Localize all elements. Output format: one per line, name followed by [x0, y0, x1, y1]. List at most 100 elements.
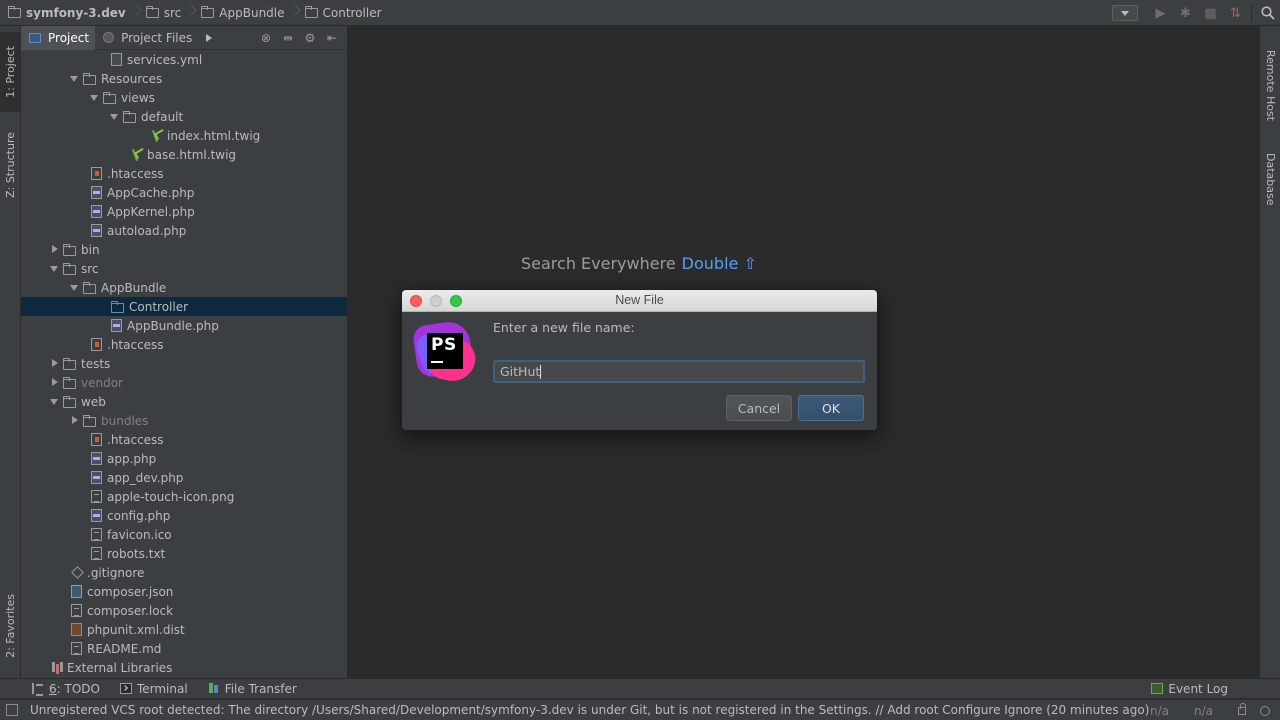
tree-row[interactable]: default [21, 107, 347, 126]
tree-row[interactable]: .gitignore [21, 563, 347, 582]
tree-row-label: index.html.twig [167, 128, 261, 143]
tree-row[interactable]: bin [21, 240, 347, 259]
text-file-icon [91, 547, 102, 560]
tree-row[interactable]: AppBundle.php [21, 316, 347, 335]
tree-row[interactable]: autoload.php [21, 221, 347, 240]
more-tabs-arrow-icon[interactable] [206, 33, 213, 42]
tree-row[interactable]: web [21, 392, 347, 411]
tree-row[interactable]: AppCache.php [21, 183, 347, 202]
folder-icon [111, 301, 124, 313]
tree-row[interactable]: AppKernel.php [21, 202, 347, 221]
project-tree: services.yml Resources views default index.h… [21, 50, 347, 677]
tree-row[interactable]: config.php [21, 506, 347, 525]
file-encoding[interactable]: n/a [1194, 704, 1213, 718]
breadcrumb-project[interactable]: symfony-3.dev [8, 5, 126, 20]
hide-panel-icon[interactable]: ⇤ [321, 31, 343, 45]
tree-row-label: web [81, 394, 106, 409]
tree-row-label: Resources [101, 71, 163, 86]
tree-row-label: AppKernel.php [107, 204, 195, 219]
project-icon [29, 32, 41, 43]
project-tool-window: Project Project Files ⊗ ⇹ ⚙ ⇤ services.y… [21, 26, 348, 678]
debug-icon[interactable]: ✱ [1173, 0, 1198, 26]
cancel-button[interactable]: Cancel [726, 395, 792, 421]
ok-button[interactable]: OK [798, 395, 864, 421]
globe-icon [103, 32, 115, 43]
collapse-arrow-icon[interactable] [47, 240, 63, 259]
tree-row[interactable]: tests [21, 354, 347, 373]
expand-arrow-icon[interactable] [47, 259, 63, 278]
expand-arrow-icon[interactable] [67, 69, 83, 88]
tool-window-favorites[interactable]: 2: Favorites [0, 582, 21, 670]
tool-window-project[interactable]: 1: Project [0, 32, 21, 112]
expand-arrow-icon[interactable] [67, 278, 83, 297]
tree-row[interactable]: favicon.ico [21, 525, 347, 544]
tree-row[interactable]: app_dev.php [21, 468, 347, 487]
tree-row[interactable]: composer.lock [21, 601, 347, 620]
breadcrumb-appbundle[interactable]: AppBundle [201, 5, 285, 20]
tool-window-todo[interactable]: 6: TODO [32, 682, 100, 696]
gear-icon[interactable]: ⚙ [299, 31, 321, 45]
tool-window-file-transfer[interactable]: File Transfer [208, 682, 297, 696]
locate-icon[interactable]: ⊗ [255, 31, 277, 45]
tool-window-event-log[interactable]: Event Log [1151, 682, 1228, 696]
tree-row[interactable]: app.php [21, 449, 347, 468]
expand-arrow-icon[interactable] [87, 88, 103, 107]
tool-window-remote-host[interactable]: Remote Host [1260, 40, 1280, 130]
yml-file-icon [111, 53, 122, 66]
php-file-icon [91, 205, 102, 218]
tree-row[interactable]: apple-touch-icon.png [21, 487, 347, 506]
tool-window-structure[interactable]: Z: Structure [0, 120, 21, 210]
search-icon[interactable] [1255, 0, 1280, 26]
run-configuration-dropdown[interactable] [1112, 5, 1138, 21]
expand-arrow-icon[interactable] [47, 392, 63, 411]
run-icon[interactable]: ▶ [1148, 0, 1173, 26]
tree-row[interactable]: .htaccess [21, 430, 347, 449]
tab-project[interactable]: Project [21, 26, 96, 50]
file-name-input[interactable]: GitHut [493, 360, 865, 383]
tree-row[interactable]: README.md [21, 639, 347, 658]
tool-window-terminal[interactable]: Terminal [119, 682, 188, 696]
tree-row[interactable]: .htaccess [21, 335, 347, 354]
breadcrumb-src[interactable]: src [145, 5, 182, 20]
folder-icon [63, 396, 76, 408]
collapse-arrow-icon[interactable] [47, 354, 63, 373]
tree-row[interactable]: views [21, 88, 347, 107]
caret-position[interactable]: n/a [1150, 704, 1169, 718]
tree-row-label: .htaccess [107, 166, 164, 181]
inspector-icon[interactable] [1260, 705, 1270, 716]
breadcrumb-controller[interactable]: Controller [304, 5, 382, 20]
tree-row[interactable]: base.html.twig [21, 145, 347, 164]
tree-row[interactable]: robots.txt [21, 544, 347, 563]
dialog-title: New File [615, 293, 664, 307]
tree-row[interactable]: composer.json [21, 582, 347, 601]
tree-row[interactable]: vendor [21, 373, 347, 392]
tree-row[interactable]: index.html.twig [21, 126, 347, 145]
collapse-arrow-icon[interactable] [67, 411, 83, 430]
event-log-label: Event Log [1168, 681, 1228, 696]
php-file-icon [111, 319, 122, 332]
tree-row[interactable]: External Libraries [21, 658, 347, 677]
tree-row[interactable]: .htaccess [21, 164, 347, 183]
tab-project-files[interactable]: Project Files [95, 26, 198, 50]
php-file-icon [91, 186, 102, 199]
collapse-all-icon[interactable]: ⇹ [277, 31, 299, 45]
tree-row[interactable]: Resources [21, 69, 347, 88]
tool-window-database[interactable]: Database [1260, 144, 1280, 214]
lock-icon[interactable] [1238, 702, 1246, 715]
tree-row[interactable]: bundles [21, 411, 347, 430]
tree-row[interactable]: Controller [21, 297, 347, 316]
vcs-icon[interactable]: ⇅ [1223, 0, 1248, 26]
tree-row[interactable]: services.yml [21, 50, 347, 69]
tree-row[interactable]: AppBundle [21, 278, 347, 297]
expand-arrow-icon[interactable] [107, 107, 123, 126]
terminal-icon [119, 683, 132, 694]
coverage-icon[interactable]: ▩ [1198, 0, 1223, 26]
tree-row[interactable]: src [21, 259, 347, 278]
tree-row[interactable]: phpunit.xml.dist [21, 620, 347, 639]
collapse-arrow-icon[interactable] [47, 373, 63, 392]
breadcrumb-label: AppBundle [219, 5, 285, 20]
toggle-tool-windows-icon[interactable] [6, 704, 18, 716]
status-message[interactable]: Unregistered VCS root detected: The dire… [30, 703, 1149, 717]
folder-icon [123, 111, 136, 123]
breadcrumb-label: src [163, 5, 182, 20]
